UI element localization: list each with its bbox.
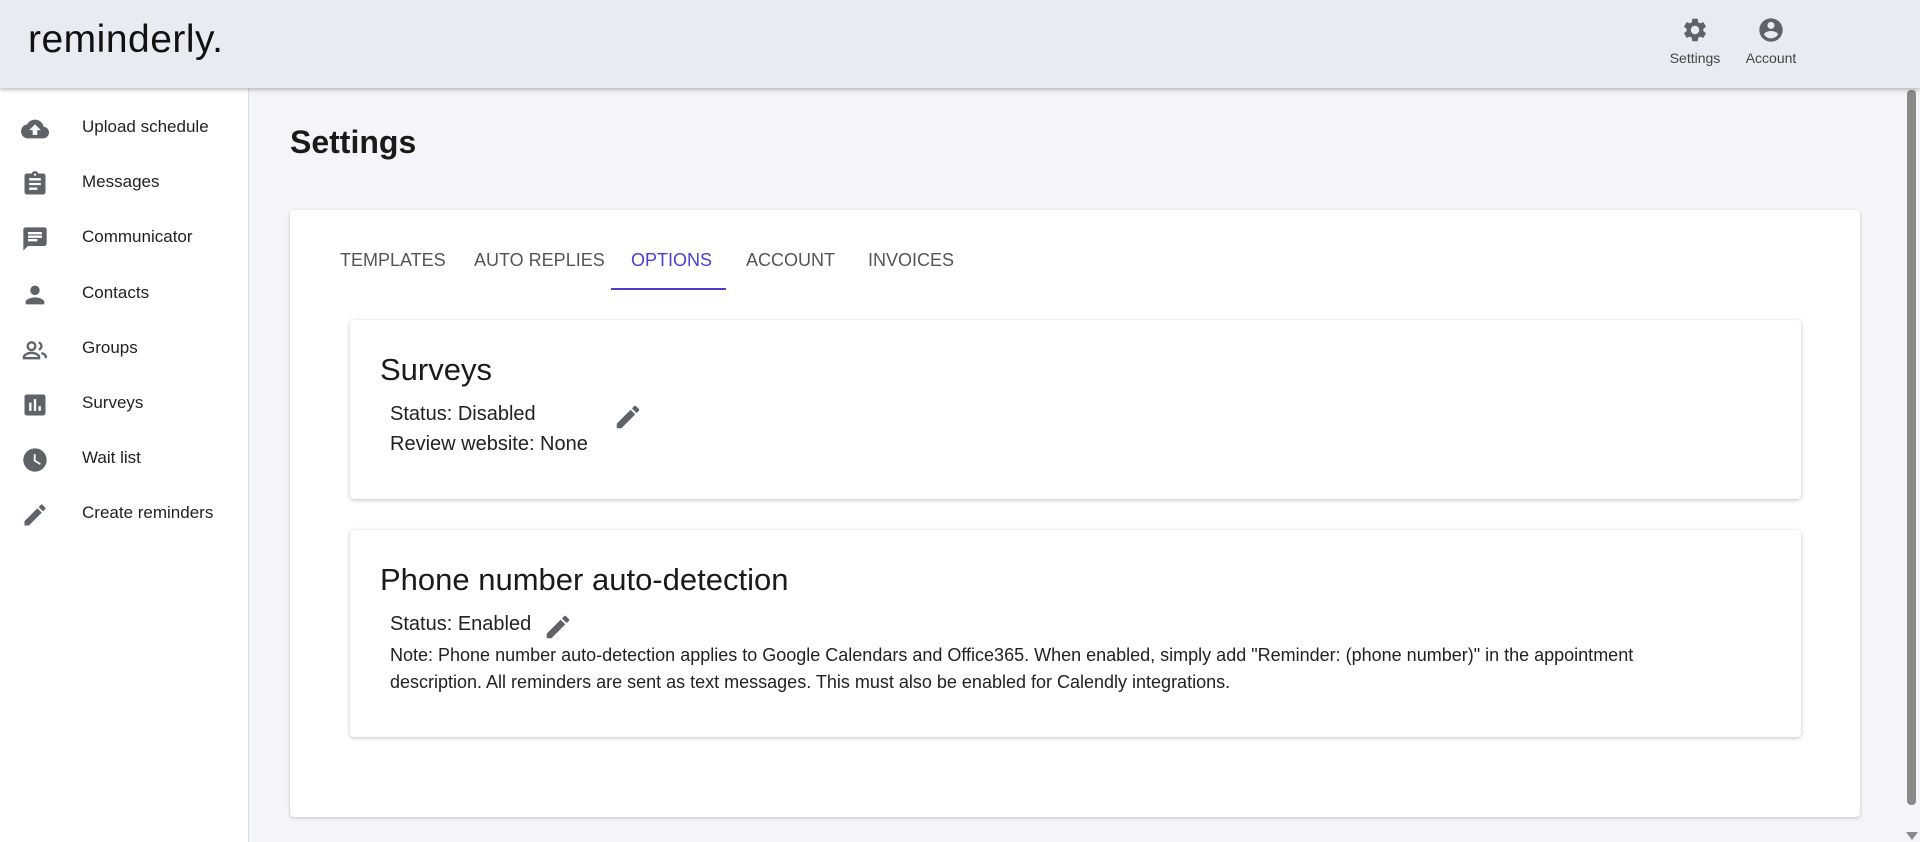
sidebar-item-groups[interactable]: Groups	[0, 326, 248, 370]
settings-label: Settings	[1669, 50, 1721, 66]
edit-surveys-pencil-icon[interactable]	[613, 402, 643, 432]
sidebar-item-messages[interactable]: Messages	[0, 160, 248, 204]
settings-panel: TEMPLATES AUTO REPLIES OPTIONS ACCOUNT I…	[290, 210, 1860, 817]
page-title: Settings	[290, 124, 417, 160]
cloud-upload-icon	[21, 119, 49, 139]
sidebar-item-label: Messages	[82, 172, 160, 191]
sidebar-item-wait-list[interactable]: Wait list	[0, 436, 248, 480]
edit-phone-detection-pencil-icon[interactable]	[543, 612, 573, 642]
sidebar-item-label: Groups	[82, 338, 138, 357]
surveys-review-website: Review website: None	[390, 433, 588, 455]
account-circle-icon	[1759, 18, 1783, 42]
account-button[interactable]: Account	[1731, 16, 1811, 66]
clipboard-icon	[24, 171, 46, 195]
surveys-card: Surveys Status: Disabled Review website:…	[350, 320, 1801, 499]
tab-invoices[interactable]: INVOICES	[868, 240, 954, 290]
sidebar-item-create-reminders[interactable]: Create reminders	[0, 491, 248, 535]
surveys-title: Surveys	[380, 352, 492, 387]
clock-icon	[23, 448, 47, 472]
sidebar-item-surveys[interactable]: Surveys	[0, 381, 248, 425]
people-icon	[22, 341, 48, 360]
tab-account[interactable]: ACCOUNT	[746, 240, 835, 290]
settings-button[interactable]: Settings	[1655, 16, 1735, 66]
sidebar-item-label: Contacts	[82, 283, 150, 302]
sidebar-item-label: Surveys	[82, 393, 144, 412]
pencil-icon	[24, 504, 46, 526]
sidebar-item-label: Wait list	[82, 448, 141, 467]
bar-chart-icon	[24, 394, 46, 416]
person-icon	[25, 285, 45, 305]
sidebar-item-label: Upload schedule	[82, 117, 209, 136]
sidebar-item-communicator[interactable]: Communicator	[0, 215, 248, 259]
sidebar-item-contacts[interactable]: Contacts	[0, 271, 248, 315]
sidebar: Upload schedule Messages Communicator Co…	[0, 88, 249, 842]
gear-icon	[1684, 18, 1706, 42]
surveys-status: Status: Disabled	[390, 403, 536, 425]
chat-icon	[23, 227, 47, 251]
scroll-down-arrow-icon[interactable]	[1906, 832, 1918, 840]
top-header: reminderly. Settings Account	[0, 0, 1920, 88]
page-scrollbar[interactable]	[1903, 88, 1920, 842]
app-logo[interactable]: reminderly.	[28, 18, 224, 62]
tab-templates[interactable]: TEMPLATES	[340, 240, 446, 290]
tab-auto-replies[interactable]: AUTO REPLIES	[474, 240, 605, 290]
sidebar-item-label: Create reminders	[82, 503, 214, 522]
phone-detection-title: Phone number auto-detection	[380, 562, 789, 597]
scrollbar-thumb[interactable]	[1907, 90, 1916, 805]
tab-options[interactable]: OPTIONS	[631, 240, 712, 290]
phone-detection-note: Note: Phone number auto-detection applie…	[390, 645, 1634, 692]
sidebar-item-upload-schedule[interactable]: Upload schedule	[0, 105, 248, 149]
phone-detection-card: Phone number auto-detection Status: Enab…	[350, 530, 1801, 737]
active-tab-indicator	[611, 288, 726, 290]
account-label: Account	[1745, 50, 1797, 66]
sidebar-item-label: Communicator	[82, 227, 193, 246]
phone-detection-status: Status: Enabled	[390, 613, 532, 635]
